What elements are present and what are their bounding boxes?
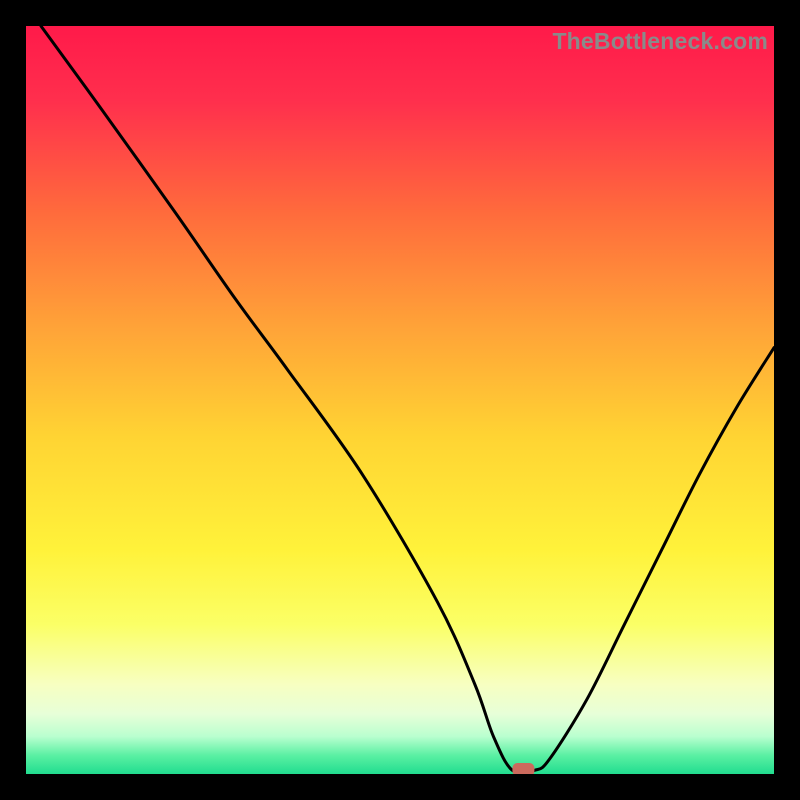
watermark-text: TheBottleneck.com	[552, 28, 768, 55]
bottleneck-chart	[26, 26, 774, 774]
chart-background	[26, 26, 774, 774]
sweet-spot-marker	[512, 763, 534, 774]
chart-frame: TheBottleneck.com	[26, 26, 774, 774]
